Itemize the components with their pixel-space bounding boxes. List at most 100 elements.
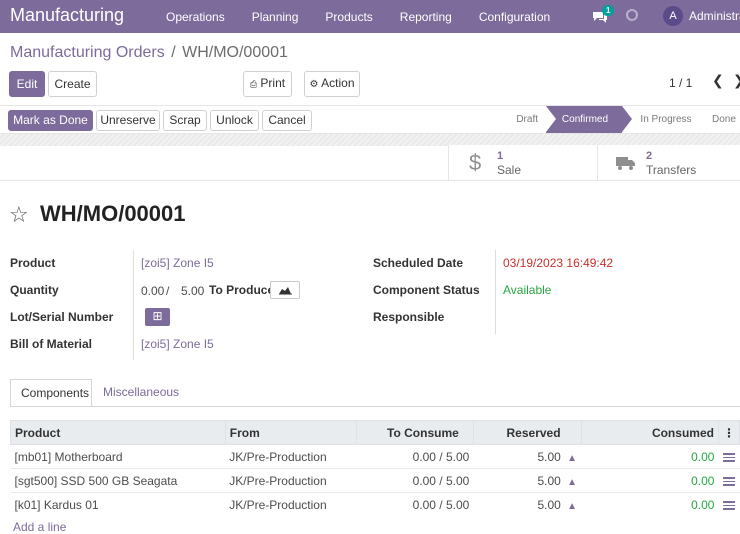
breadcrumb: Manufacturing Orders / WH/MO/00001	[10, 44, 288, 62]
row-reserved: 5.00 ▲	[473, 492, 582, 517]
stage-draft[interactable]: Draft	[500, 106, 546, 133]
col-consumed[interactable]: Consumed	[580, 420, 719, 445]
sheet-divider	[0, 180, 740, 181]
forecast-chart-button[interactable]	[270, 281, 300, 299]
qty-separator: /	[166, 284, 170, 298]
bom-value[interactable]: [zoi5] Zone I5	[141, 337, 214, 351]
row-consumed: 0.00	[581, 444, 719, 469]
print-label: Print	[260, 76, 286, 90]
tab-components[interactable]: Components	[10, 379, 92, 407]
row-reserved: 5.00 ▲	[473, 468, 582, 493]
top-navbar: Manufacturing Operations Planning Produc…	[0, 0, 740, 33]
col-reserved[interactable]: Reserved	[472, 420, 582, 445]
reserved-value: 5.00	[537, 497, 561, 512]
truck-icon	[616, 157, 635, 170]
qty-produced: 0.00	[141, 284, 165, 298]
print-button[interactable]: ⎙ Print	[243, 71, 292, 97]
detailed-operations-icon[interactable]	[722, 452, 735, 462]
mark-as-done-button[interactable]: Mark as Done	[8, 110, 93, 131]
app-brand[interactable]: Manufacturing	[10, 5, 124, 26]
row-reserved: 5.00 ▲	[473, 444, 582, 469]
lot-serial-button[interactable]: ⊞	[145, 308, 170, 326]
table-row[interactable]: [k01] Kardus 01 JK/Pre-Production 0.00 /…	[10, 492, 740, 517]
row-product: [k01] Kardus 01	[10, 492, 226, 517]
menu-configuration[interactable]: Configuration	[479, 10, 550, 24]
stage-done[interactable]: Done	[704, 106, 740, 133]
stage-in-progress[interactable]: In Progress	[622, 106, 704, 133]
row-from: JK/Pre-Production	[225, 492, 357, 517]
reserved-value: 5.00	[537, 449, 561, 464]
pager-value[interactable]: 1 / 1	[669, 76, 692, 90]
activity-clock-icon[interactable]	[626, 9, 638, 21]
reserved-value: 5.00	[537, 473, 561, 488]
to-produce-label: To Produce	[209, 283, 275, 297]
scheduled-date-value[interactable]: 03/19/2023 16:49:42	[503, 256, 613, 270]
forecast-chart-icon[interactable]: ▲	[567, 501, 577, 512]
component-status-value: Available	[503, 283, 552, 297]
unlock-button[interactable]: Unlock	[210, 110, 259, 131]
product-label: Product	[10, 256, 56, 270]
menu-products[interactable]: Products	[325, 10, 372, 24]
sale-smart-button[interactable]: $ 1 Sale	[448, 145, 598, 181]
menu-planning[interactable]: Planning	[252, 10, 299, 24]
row-detail-cell[interactable]	[718, 444, 740, 469]
row-product: [mb01] Motherboard	[10, 444, 226, 469]
chevron-left-icon[interactable]: ❮	[712, 72, 724, 89]
edit-button[interactable]: Edit	[9, 71, 45, 97]
plus-square-icon: ⊞	[152, 309, 163, 323]
field-divider-left	[133, 250, 134, 360]
status-bar: Mark as Done Unreserve Scrap Unlock Canc…	[0, 105, 740, 134]
bom-label: Bill of Material	[10, 337, 93, 351]
row-to-consume: 0.00 / 5.00	[356, 492, 474, 517]
print-icon: ⎙	[249, 79, 258, 89]
table-row[interactable]: [sgt500] SSD 500 GB Seagata JK/Pre-Produ…	[10, 468, 740, 493]
chevron-right-icon[interactable]: ❯	[733, 72, 740, 89]
scrap-button[interactable]: Scrap	[163, 110, 207, 131]
scheduled-date-label: Scheduled Date	[373, 256, 464, 270]
unreserve-button[interactable]: Unreserve	[96, 110, 160, 131]
detailed-operations-icon[interactable]	[722, 476, 735, 486]
action-label: Action	[321, 76, 355, 90]
row-consumed: 0.00	[581, 468, 719, 493]
quantity-label: Quantity	[10, 283, 59, 297]
row-product: [sgt500] SSD 500 GB Seagata	[10, 468, 226, 493]
stage-pipeline: Draft Confirmed In Progress Done	[500, 106, 740, 133]
lot-label: Lot/Serial Number	[10, 310, 114, 324]
col-product[interactable]: Product	[10, 420, 226, 445]
tab-miscellaneous[interactable]: Miscellaneous	[93, 379, 189, 407]
component-status-label: Component Status	[373, 283, 480, 297]
dollar-icon: $	[469, 150, 482, 175]
gear-icon: ⚙	[309, 79, 319, 90]
col-to-consume[interactable]: To Consume	[356, 420, 474, 445]
breadcrumb-current: WH/MO/00001	[182, 44, 288, 61]
stage-confirmed[interactable]: Confirmed	[546, 106, 632, 133]
breadcrumb-separator: /	[171, 44, 176, 61]
forecast-chart-icon[interactable]: ▲	[567, 477, 577, 488]
tabs-divider	[10, 406, 740, 407]
menu-operations[interactable]: Operations	[166, 10, 225, 24]
chat-badge: 1	[602, 5, 615, 16]
col-from[interactable]: From	[224, 420, 358, 445]
row-detail-cell[interactable]	[718, 492, 740, 517]
row-detail-cell[interactable]	[718, 468, 740, 493]
star-icon[interactable]: ☆	[9, 202, 29, 228]
product-value[interactable]: [zoi5] Zone I5	[141, 256, 214, 270]
create-button[interactable]: Create	[48, 71, 97, 97]
transfers-count: 2	[646, 150, 653, 162]
table-row[interactable]: [mb01] Motherboard JK/Pre-Production 0.0…	[10, 444, 740, 469]
row-from: JK/Pre-Production	[225, 444, 357, 469]
cancel-button[interactable]: Cancel	[262, 110, 312, 131]
detailed-operations-icon[interactable]	[722, 501, 735, 511]
table-header-row: Product From To Consume Reserved Consume…	[10, 420, 740, 445]
breadcrumb-parent[interactable]: Manufacturing Orders	[10, 44, 165, 61]
forecast-chart-icon[interactable]: ▲	[567, 453, 577, 464]
transfers-smart-button[interactable]: 2 Transfers	[597, 145, 740, 181]
action-button[interactable]: ⚙ Action	[304, 71, 360, 97]
user-name[interactable]: Administrator	[689, 9, 740, 23]
column-options-icon[interactable]: ⋮	[717, 420, 740, 445]
user-avatar[interactable]: A	[663, 6, 683, 26]
row-to-consume: 0.00 / 5.00	[356, 468, 474, 493]
add-a-line-link[interactable]: Add a line	[13, 520, 66, 534]
menu-reporting[interactable]: Reporting	[400, 10, 452, 24]
sale-label: Sale	[497, 163, 522, 177]
